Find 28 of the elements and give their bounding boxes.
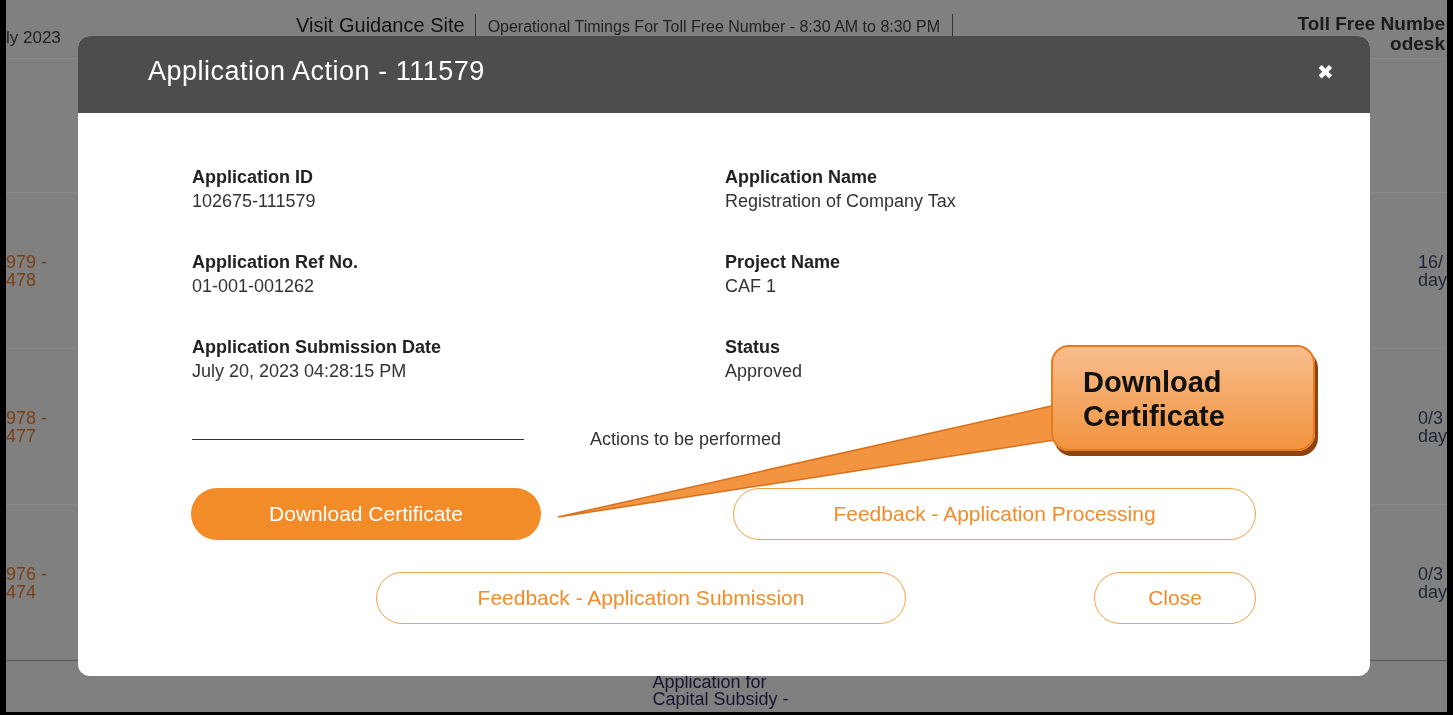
field-label: Project Name bbox=[725, 251, 841, 274]
date-text: ly 2023 bbox=[6, 27, 62, 48]
service-cell-text: Application for Capital Subsidy - bbox=[652, 671, 789, 711]
download-button[interactable]: Download Certificate bbox=[191, 488, 541, 540]
field-label: Application Submission Date bbox=[192, 336, 442, 359]
application-id-cell: 979 - 478 bbox=[6, 252, 48, 289]
field-value: 01-001-001262 bbox=[192, 275, 315, 298]
action-button[interactable]: Feedback - Application Processing bbox=[733, 488, 1256, 540]
toll-free-label: Toll Free Numbe bbox=[1297, 14, 1445, 34]
field-value: Approved bbox=[725, 360, 803, 383]
field-value: Registration of Company Tax bbox=[725, 190, 956, 213]
field-value: 102675-111579 bbox=[192, 190, 316, 213]
application-id-cell: 976 - 474 bbox=[6, 564, 48, 601]
action-button[interactable]: Close bbox=[1094, 572, 1256, 624]
application-id-cell: 978 - 477 bbox=[6, 408, 48, 445]
field-label: Status bbox=[725, 336, 780, 359]
field-label: Application ID bbox=[192, 166, 313, 189]
field-value: July 20, 2023 04:28:15 PM bbox=[192, 360, 407, 383]
field-value: CAF 1 bbox=[725, 275, 776, 298]
action-button[interactable]: Feedback - Application Submission bbox=[376, 572, 906, 624]
dialog-title: Application Action - 111579 bbox=[148, 56, 485, 87]
field-label: Application Ref No. bbox=[192, 251, 358, 274]
actions-label: Actions to be performed bbox=[590, 429, 782, 450]
helpdesk-label: odesk bbox=[1390, 34, 1445, 54]
days-cell: 16/ day bbox=[1417, 252, 1447, 289]
days-cell: 0/3 day bbox=[1417, 564, 1447, 601]
field-label: Application Name bbox=[725, 166, 878, 189]
days-cell: 0/3 day bbox=[1417, 408, 1447, 445]
